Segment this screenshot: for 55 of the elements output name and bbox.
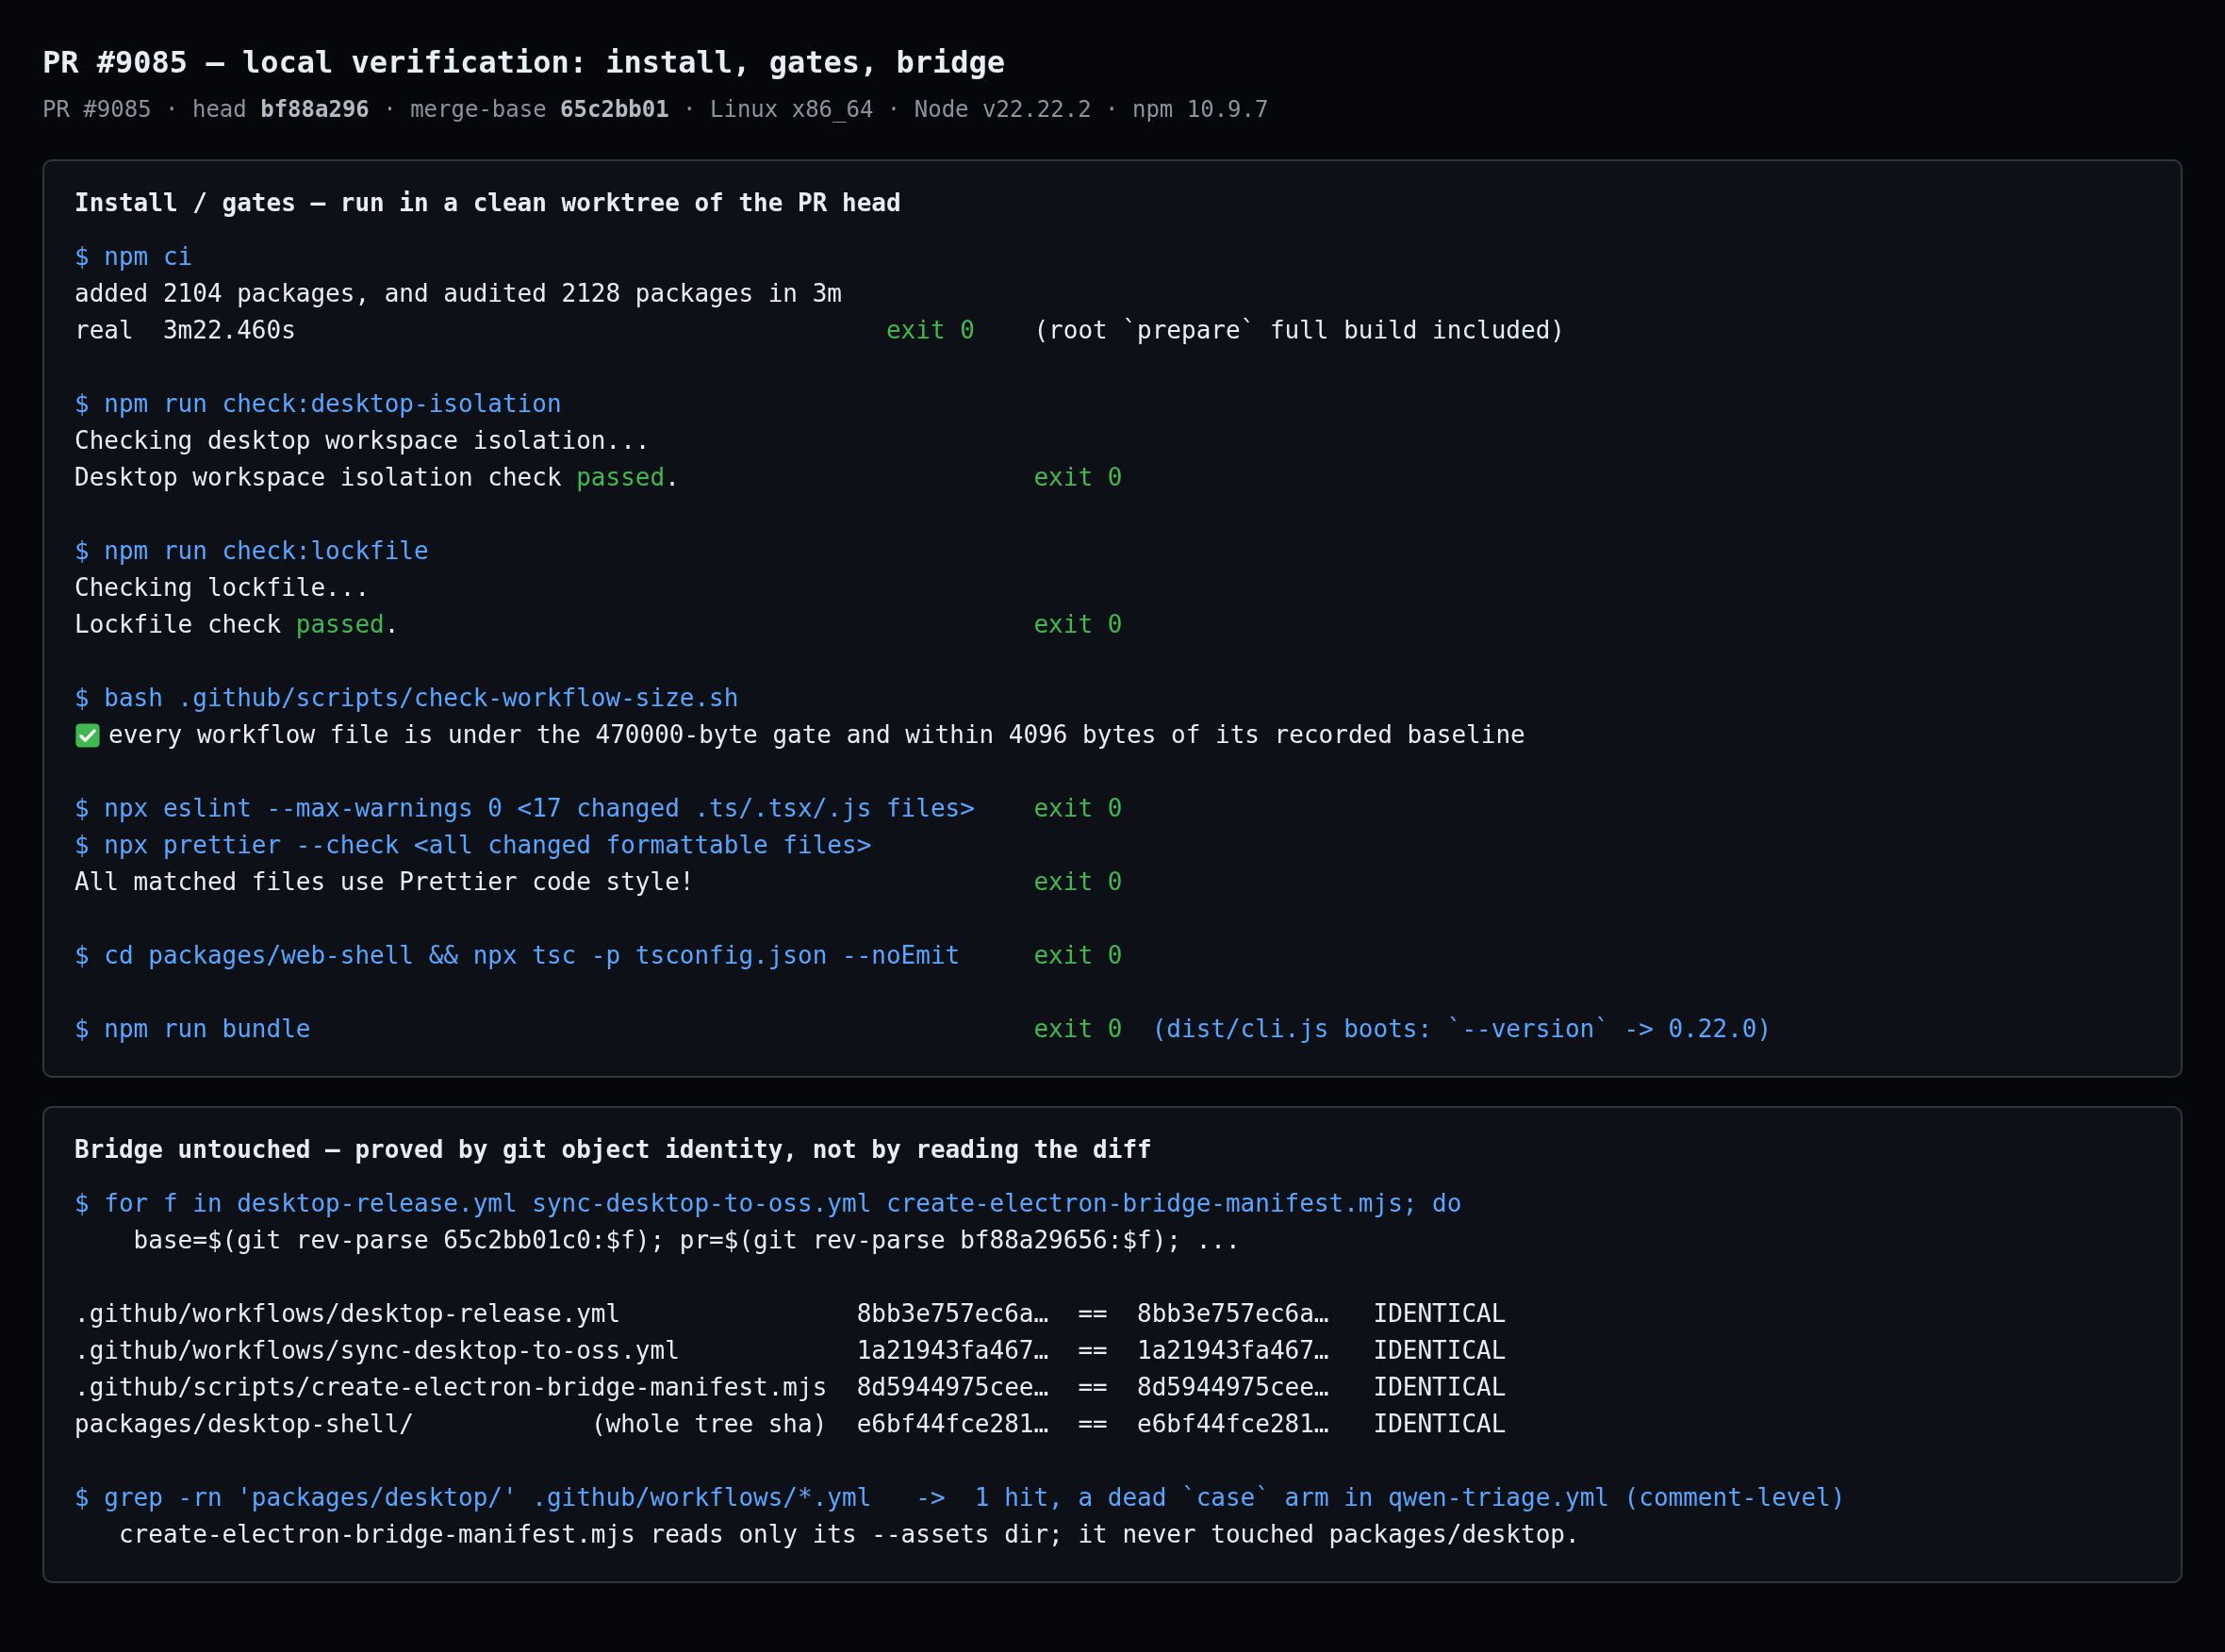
command-text: $ bash .github/scripts/check-workflow-size.sh: [74, 683, 739, 714]
output-text: base=$(git rev-parse 65c2bb01c0:$f); pr=$(git rev-parse bf88a29656:$f); ...: [132, 1225, 1241, 1256]
panel-heading: Bridge untouched — proved by git object identity, not by reading the diff: [74, 1134, 1153, 1165]
command-text: $ cd packages/web-shell && npx tsc -p tsconfig.json --noEmit: [74, 941, 961, 969]
note-text: (dist/cli.js boots: `--version` -> 0.22.0): [1151, 1014, 1772, 1045]
command-text: $ grep -rn 'packages/desktop/' .github/workflows/*.yml -> 1 hit, a dead `case` arm in qwen-triage.yml (comment-level): [74, 1482, 1846, 1513]
exit-status: exit 0: [1033, 941, 1123, 969]
output-text: every workflow file is under the 470000-byte gate and within 4096 bytes of its recorded baseline: [108, 719, 1525, 751]
exit-status: exit 0: [1033, 1015, 1123, 1043]
file-path: .github/workflows/sync-desktop-to-oss.yml: [74, 1335, 680, 1366]
result-text: IDENTICAL: [1373, 1372, 1507, 1403]
file-path: .github/scripts/create-electron-bridge-manifest.mjs: [74, 1372, 828, 1403]
page-title: PR #9085 — local verification: install, gates, bridge: [42, 43, 1007, 82]
equals-text: ==: [1078, 1336, 1108, 1364]
note-text: (root `prepare` full build included): [1033, 315, 1565, 346]
command-text: $ npm run bundle: [74, 1015, 311, 1043]
hash-text: 8d5944975cee…: [856, 1373, 1049, 1401]
hash-text: 8d5944975cee…: [1137, 1373, 1329, 1401]
panel-heading: Install / gates — run in a clean worktree of the PR head: [74, 188, 902, 219]
equals-text: ==: [1078, 1299, 1108, 1328]
command-text: $ npm run check:lockfile: [74, 536, 429, 567]
file-path: .github/workflows/desktop-release.yml: [74, 1298, 621, 1330]
equals-text: ==: [1078, 1410, 1108, 1438]
exit-status: exit 0: [885, 316, 975, 344]
scope-text: (whole tree sha): [590, 1409, 828, 1440]
hash-text: 1a21943fa467…: [856, 1336, 1049, 1364]
command-text: $ npx prettier --check <all changed formattable files>: [74, 830, 872, 861]
hash-text: 8bb3e757ec6a…: [1137, 1299, 1329, 1328]
output-text: Checking lockfile...: [74, 572, 371, 603]
output-text: real 3m22.460s: [74, 316, 296, 344]
exit-status: exit 0: [1033, 867, 1123, 896]
exit-status: exit 0: [1033, 463, 1123, 491]
equals-text: ==: [1078, 1373, 1108, 1401]
result-text: IDENTICAL: [1373, 1298, 1507, 1330]
output-text: create-electron-bridge-manifest.mjs reads only its --assets dir; it never touched packages/desktop.: [117, 1519, 1580, 1550]
check-icon: [74, 721, 101, 749]
command-text: $ npx eslint --max-warnings 0 <17 changed .ts/.tsx/.js files>: [74, 794, 975, 822]
output-text: All matched files use Prettier code style!: [74, 867, 695, 896]
hash-text: 1a21943fa467…: [1137, 1336, 1329, 1364]
hash-text: e6bf44fce281…: [856, 1410, 1049, 1438]
hash-text: 8bb3e757ec6a…: [856, 1299, 1049, 1328]
page-subtitle: PR #9085 · head bf88a296 · merge-base 65c2bb01 · Linux x86_64 · Node v22.22.2 · npm 10.9.7: [42, 95, 1270, 124]
exit-status: exit 0: [1033, 794, 1123, 822]
output-text: Desktop workspace isolation check passed.: [74, 463, 680, 491]
file-path: packages/desktop-shell/: [74, 1409, 415, 1440]
output-text: Checking desktop workspace isolation...: [74, 425, 651, 456]
hash-text: e6bf44fce281…: [1137, 1410, 1329, 1438]
output-text: added 2104 packages, and audited 2128 packages in 3m: [74, 278, 842, 309]
command-text: $ for f in desktop-release.yml sync-desktop-to-oss.yml create-electron-bridge-manifest.mjs; do: [74, 1188, 1462, 1219]
exit-status: exit 0: [1033, 610, 1123, 638]
output-text: Lockfile check passed.: [74, 610, 400, 638]
command-text: $ npm ci: [74, 241, 193, 273]
command-text: $ npm run check:desktop-isolation: [74, 388, 562, 420]
result-text: IDENTICAL: [1373, 1409, 1507, 1440]
result-text: IDENTICAL: [1373, 1335, 1507, 1366]
